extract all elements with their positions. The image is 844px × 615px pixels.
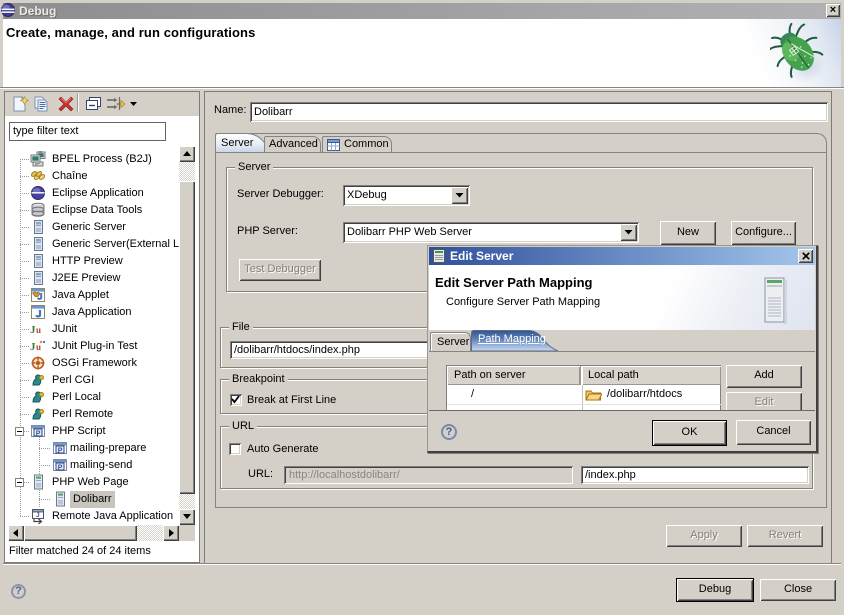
svg-text:u: u [36,325,41,335]
svg-text:P: P [58,464,63,471]
svg-text:u: u [36,342,41,352]
svg-text:P: P [58,447,63,454]
svg-text:J: J [36,512,40,519]
svg-text:P: P [36,430,41,437]
